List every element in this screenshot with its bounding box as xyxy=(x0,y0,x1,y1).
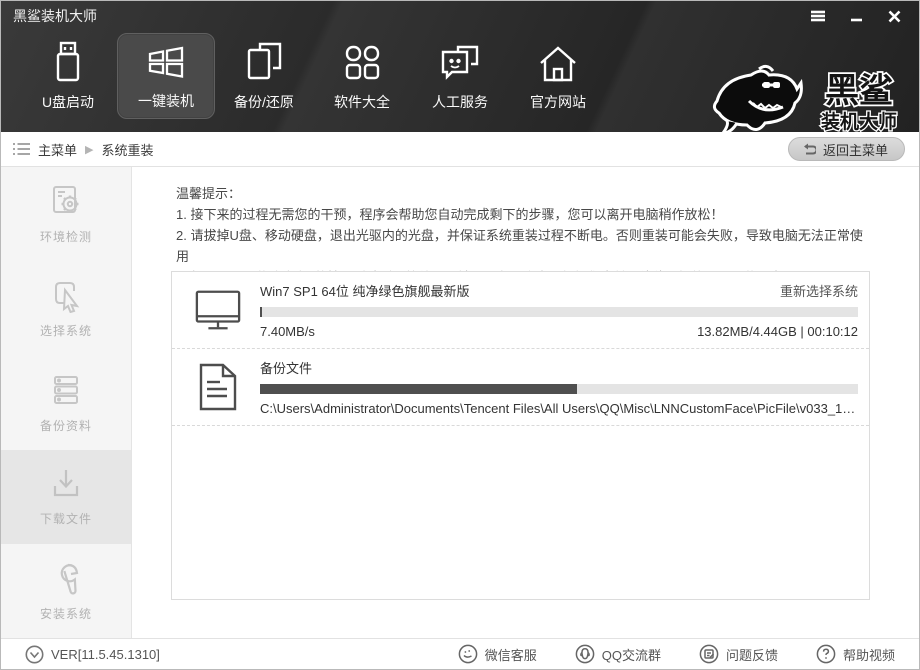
windows-panes-icon xyxy=(144,37,188,83)
main-content: 温馨提示： 1. 接下来的过程无需您的干预，程序会帮助您自动完成剩下的步骤，您可… xyxy=(132,167,919,638)
header: 黑鲨装机大师 xyxy=(1,1,919,132)
monitor-icon xyxy=(194,286,242,334)
install-system-icon xyxy=(48,560,84,596)
nav-label: 软件大全 xyxy=(334,92,390,112)
footer-link-label: 帮助视频 xyxy=(843,645,895,664)
nav-label: 官方网站 xyxy=(530,92,586,112)
breadcrumb-current: 系统重装 xyxy=(101,140,153,159)
download-progress-text: 13.82MB/4.44GB | 00:10:12 xyxy=(697,324,858,339)
footer: VER[11.5.45.1310] 微信客服 xyxy=(1,638,919,669)
nav-item-website[interactable]: 官方网站 xyxy=(509,33,607,119)
qq-icon xyxy=(575,644,595,664)
nav-label: 一键装机 xyxy=(138,91,194,111)
nav-item-service[interactable]: 人工服务 xyxy=(411,33,509,119)
download-progress-fill xyxy=(260,307,262,317)
download-info: Win7 SP1 64位 纯净绿色旗舰最新版 重新选择系统 7.40MB/s 1… xyxy=(260,281,858,339)
sidebar-item-label: 环境检测 xyxy=(40,228,92,245)
backup-row: 备份文件 C:\Users\Administrator\Documents\Te… xyxy=(172,349,869,426)
sidebar-item-download-files[interactable]: 下载文件 xyxy=(1,450,131,544)
download-files-icon xyxy=(48,467,84,501)
help-icon xyxy=(816,644,836,664)
apps-grid-icon xyxy=(341,38,383,84)
document-icon xyxy=(194,362,242,412)
sidebar-item-label: 安装系统 xyxy=(40,605,92,622)
backup-title: 备份文件 xyxy=(260,358,312,377)
help-video-link[interactable]: 帮助视频 xyxy=(816,644,895,664)
titlebar: 黑鲨装机大师 xyxy=(1,1,919,31)
version-info: VER[11.5.45.1310] xyxy=(25,645,160,664)
footer-link-label: QQ交流群 xyxy=(602,645,661,664)
sidebar-item-label: 备份资料 xyxy=(40,417,92,434)
feedback-link[interactable]: 问题反馈 xyxy=(699,644,778,664)
list-icon xyxy=(13,142,30,156)
footer-link-label: 微信客服 xyxy=(485,645,537,664)
backup-file-path: C:\Users\Administrator\Documents\Tencent… xyxy=(260,401,858,416)
home-icon xyxy=(536,38,580,84)
footer-link-label: 问题反馈 xyxy=(726,645,778,664)
progress-panel: Win7 SP1 64位 纯净绿色旗舰最新版 重新选择系统 7.40MB/s 1… xyxy=(171,271,870,600)
main-nav: U盘启动 一键装机 xyxy=(1,31,919,132)
circled-v-icon xyxy=(25,645,44,664)
download-title: Win7 SP1 64位 纯净绿色旗舰最新版 xyxy=(260,281,470,300)
select-system-icon xyxy=(48,277,84,313)
tips-line: 1. 接下来的过程无需您的干预，程序会帮助您自动完成剩下的步骤，您可以离开电脑稍… xyxy=(176,204,866,225)
app-title: 黑鲨装机大师 xyxy=(13,6,97,26)
nav-item-backup-restore[interactable]: 备份/还原 xyxy=(215,33,313,119)
feedback-icon xyxy=(699,644,719,664)
minimize-icon[interactable] xyxy=(847,8,865,24)
shark-logo-icon xyxy=(707,63,803,139)
nav-label: 人工服务 xyxy=(432,92,488,112)
footer-links: 微信客服 QQ交流群 xyxy=(458,644,895,664)
backup-data-icon xyxy=(48,372,84,408)
nav-label: 备份/还原 xyxy=(234,92,294,112)
breadcrumb-separator-icon: ▶ xyxy=(85,143,93,156)
download-progress-bar xyxy=(260,307,858,317)
back-button-label: 返回主菜单 xyxy=(823,140,888,159)
version-label: VER[11.5.45.1310] xyxy=(51,647,160,662)
backup-progress-bar xyxy=(260,384,858,394)
chat-service-icon xyxy=(438,38,482,84)
window-controls xyxy=(809,8,907,24)
sidebar-item-install-system[interactable]: 安装系统 xyxy=(1,544,131,638)
wechat-service-link[interactable]: 微信客服 xyxy=(458,644,537,664)
sidebar-item-env-check[interactable]: 环境检测 xyxy=(1,167,131,261)
menu-icon[interactable] xyxy=(809,8,827,24)
qq-group-link[interactable]: QQ交流群 xyxy=(575,644,661,664)
sidebar-item-label: 选择系统 xyxy=(40,322,92,339)
backup-info: 备份文件 C:\Users\Administrator\Documents\Te… xyxy=(260,358,858,416)
return-arrow-icon xyxy=(801,143,816,156)
sidebar-item-backup-data[interactable]: 备份资料 xyxy=(1,355,131,449)
download-row: Win7 SP1 64位 纯净绿色旗舰最新版 重新选择系统 7.40MB/s 1… xyxy=(172,272,869,349)
sidebar-item-label: 下载文件 xyxy=(40,510,92,527)
svg-text:黑鲨: 黑鲨 xyxy=(825,72,893,110)
sidebar-item-select-system[interactable]: 选择系统 xyxy=(1,261,131,355)
wechat-icon xyxy=(458,644,478,664)
reselect-system-link[interactable]: 重新选择系统 xyxy=(780,281,858,300)
env-check-icon xyxy=(48,183,84,219)
brand-text: 黑鲨 装机大师 xyxy=(809,64,909,138)
back-to-main-menu-button[interactable]: 返回主菜单 xyxy=(788,137,905,161)
nav-item-usb-boot[interactable]: U盘启动 xyxy=(19,33,117,119)
nav-item-one-key-install[interactable]: 一键装机 xyxy=(117,33,215,119)
usb-drive-icon xyxy=(48,38,88,84)
close-icon[interactable] xyxy=(885,8,903,24)
breadcrumb-root[interactable]: 主菜单 xyxy=(38,140,77,159)
backup-progress-fill xyxy=(260,384,577,394)
nav-label: U盘启动 xyxy=(42,92,94,112)
brand-zone: 黑鲨 装机大师 xyxy=(707,63,909,139)
download-speed: 7.40MB/s xyxy=(260,324,315,339)
nav-item-software[interactable]: 软件大全 xyxy=(313,33,411,119)
tips-line: 2. 请拔掉U盘、移动硬盘，退出光驱内的光盘，并保证系统重装过程不断电。否则重装… xyxy=(176,225,866,267)
app-window: 黑鲨装机大师 xyxy=(0,0,920,670)
svg-text:装机大师: 装机大师 xyxy=(820,110,897,133)
tips-title: 温馨提示： xyxy=(176,183,866,204)
sidebar-steps: 环境检测 选择系统 xyxy=(1,167,132,638)
copy-restore-icon xyxy=(243,38,285,84)
